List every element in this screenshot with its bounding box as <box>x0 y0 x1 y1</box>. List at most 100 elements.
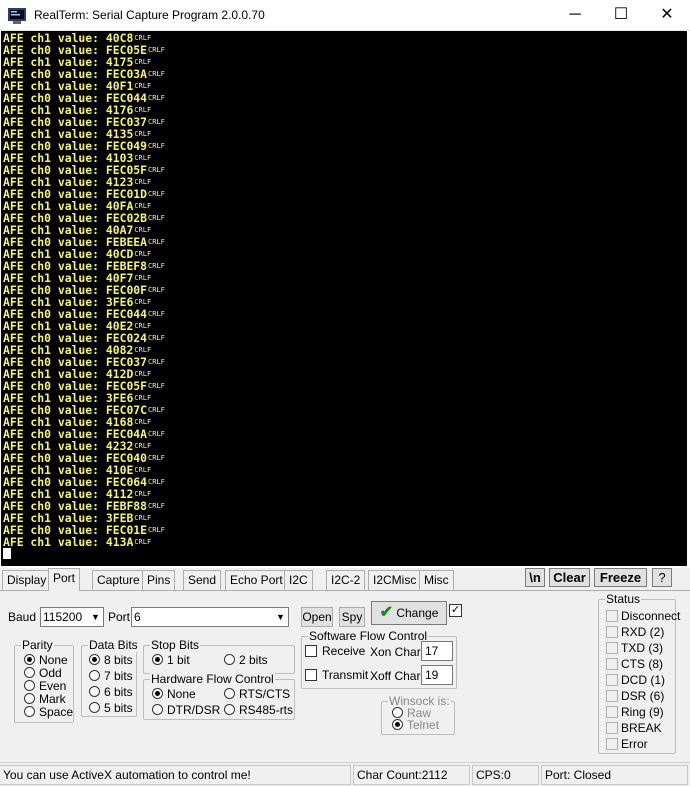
tab-echo-port[interactable]: Echo Port <box>225 570 288 590</box>
crlf-marker: CRLF <box>134 442 152 450</box>
data-bits-title: Data Bits <box>88 638 139 652</box>
crlf-marker: CRLF <box>134 322 152 330</box>
tab-send[interactable]: Send <box>183 570 222 590</box>
hw-flow-rs485-radio[interactable]: RS485-rts <box>224 703 293 717</box>
hw-flow-rtscts-label: RTS/CTS <box>239 687 291 701</box>
stop-bits-2-radio[interactable]: 2 bits <box>224 653 268 667</box>
parity-even-label: Even <box>39 679 67 693</box>
parity-mark-radio[interactable]: Mark <box>24 692 66 706</box>
parity-odd-label: Odd <box>39 666 62 680</box>
crlf-marker: CRLF <box>148 502 165 510</box>
winsock-telnet-radio[interactable]: Telnet <box>392 718 439 732</box>
crlf-marker: CRLF <box>134 58 152 66</box>
maximize-button[interactable]: ☐ <box>598 0 644 30</box>
cps-readout: CPS:0 <box>472 765 539 785</box>
winsock-telnet-label: Telnet <box>407 718 440 732</box>
data-bits-5-radio[interactable]: 5 bits <box>89 701 133 715</box>
checkmark-icon: ✔ <box>379 604 393 621</box>
status-break-label: BREAK <box>621 721 662 735</box>
hw-flow-rs485-label: RS485-rts <box>239 703 294 717</box>
crlf-marker: CRLF <box>148 286 165 294</box>
stop-bits-1-radio[interactable]: 1 bit <box>152 653 190 667</box>
crlf-marker: CRLF <box>134 418 152 426</box>
parity-even-radio[interactable]: Even <box>24 679 66 693</box>
parity-space-radio[interactable]: Space <box>24 705 73 719</box>
status-cts-label: CTS (8) <box>621 657 663 671</box>
sw-flow-receive-checkbox[interactable]: Receive <box>305 644 365 658</box>
status-disconnect[interactable]: Disconnect <box>606 609 680 623</box>
freeze-button[interactable]: Freeze <box>594 568 647 587</box>
port-label: Port <box>108 610 131 624</box>
port-combo[interactable]: 6 ▼ <box>131 607 289 627</box>
crlf-marker: CRLF <box>134 130 152 138</box>
status-ring-label: Ring (9) <box>621 705 664 719</box>
data-bits-7-radio[interactable]: 7 bits <box>89 669 133 683</box>
hw-flow-rtscts-radio[interactable]: RTS/CTS <box>224 687 290 701</box>
sw-flow-transmit-checkbox[interactable]: Transmit <box>305 668 368 682</box>
crlf-marker: CRLF <box>134 514 152 522</box>
tab-pins[interactable]: Pins <box>142 570 176 590</box>
change-button[interactable]: ✔ Change <box>371 601 447 625</box>
tab-capture[interactable]: Capture <box>92 570 145 590</box>
crlf-marker: CRLF <box>148 142 165 150</box>
crlf-marker: CRLF <box>134 250 152 258</box>
terminal-cursor <box>3 548 11 559</box>
help-button[interactable]: ? <box>652 568 672 587</box>
status-txd: TXD (3) <box>606 641 663 655</box>
crlf-marker: CRLF <box>134 154 152 162</box>
close-button[interactable]: ✕ <box>644 0 690 30</box>
crlf-marker: CRLF <box>134 202 152 210</box>
baud-label: Baud <box>8 610 37 624</box>
sw-flow-title: Software Flow Control <box>308 629 429 643</box>
data-bits-8-radio[interactable]: 8 bits <box>89 653 133 667</box>
terminal-line: AFE ch1 value: 413ACRLF <box>3 536 687 548</box>
sw-flow-transmit-label: Transmit <box>322 668 369 682</box>
data-bits-6-radio[interactable]: 6 bits <box>89 685 133 699</box>
chevron-down-icon[interactable]: ▼ <box>87 608 103 626</box>
status-dsr: DSR (6) <box>606 689 664 703</box>
hw-flow-none-radio[interactable]: None <box>152 687 196 701</box>
hw-flow-none-label: None <box>167 687 196 701</box>
xoff-input[interactable]: 19 <box>421 665 453 685</box>
status-bar: You can use ActiveX automation to contro… <box>0 762 690 786</box>
tab-i2c[interactable]: I2C <box>284 570 313 590</box>
crlf-marker: CRLF <box>148 70 165 78</box>
xon-input[interactable]: 17 <box>421 641 453 661</box>
status-message: You can use ActiveX automation to contro… <box>0 765 351 785</box>
tab-i2c-2[interactable]: I2C-2 <box>326 570 366 590</box>
chevron-down-icon[interactable]: ▼ <box>272 608 288 626</box>
baud-combo[interactable]: 115200 ▼ <box>40 607 104 627</box>
terminal-output[interactable]: AFE ch1 value: 40C8CRLF AFE ch0 value: FE… <box>1 31 687 566</box>
crlf-marker: CRLF <box>134 82 152 90</box>
tab-misc[interactable]: Misc <box>419 570 454 590</box>
parity-mark-label: Mark <box>39 692 66 706</box>
newline-button[interactable]: \n <box>525 568 545 587</box>
minimize-button[interactable]: ─ <box>552 0 598 30</box>
tab-port[interactable]: Port <box>48 568 81 591</box>
crlf-marker: CRLF <box>148 262 165 270</box>
crlf-marker: CRLF <box>134 298 152 306</box>
stop-bits-1-label: 1 bit <box>167 653 190 667</box>
crlf-marker: CRLF <box>148 46 165 54</box>
crlf-marker: CRLF <box>134 394 152 402</box>
crlf-marker: CRLF <box>148 526 165 534</box>
crlf-marker: CRLF <box>148 94 165 102</box>
open-button[interactable]: Open <box>301 607 333 627</box>
data-bits-8-label: 8 bits <box>104 653 133 667</box>
spy-button[interactable]: Spy <box>339 607 365 627</box>
change-checkbox[interactable]: ✓ <box>449 604 462 617</box>
tab-display[interactable]: Display <box>2 570 52 590</box>
status-ring: Ring (9) <box>606 705 664 719</box>
crlf-marker: CRLF <box>148 358 165 366</box>
crlf-marker: CRLF <box>134 490 152 498</box>
hw-flow-dtrdsr-radio[interactable]: DTR/DSR <box>152 703 220 717</box>
realterm-app-icon <box>8 8 26 24</box>
clear-button[interactable]: Clear <box>549 568 590 587</box>
status-txd-label: TXD (3) <box>621 641 663 655</box>
char-count: Char Count:2112 <box>353 765 470 785</box>
terminal-line-text: AFE ch1 value: 413A <box>3 535 134 549</box>
parity-odd-radio[interactable]: Odd <box>24 666 62 680</box>
tab-i2cmisc[interactable]: I2CMisc <box>368 570 422 590</box>
parity-none-radio[interactable]: None <box>24 653 68 667</box>
status-rxd: RXD (2) <box>606 625 664 639</box>
